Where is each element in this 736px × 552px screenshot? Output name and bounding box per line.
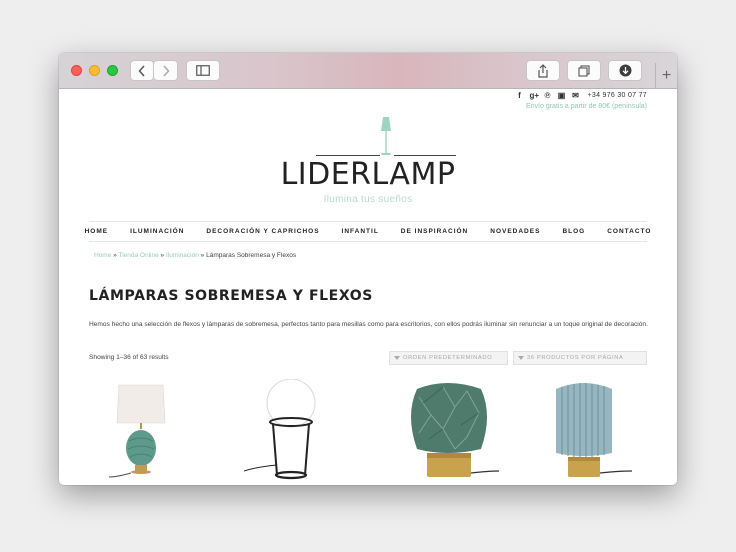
- minimize-window-button[interactable]: [89, 65, 100, 76]
- logo-wordmark: LIDERLAMP: [280, 157, 456, 192]
- main-navigation: HOME ILUMINACIÓN DECORACIÓN Y CAPRICHOS …: [85, 221, 650, 242]
- order-select[interactable]: ORDEN PREDETERMINADO: [389, 351, 508, 365]
- new-tab-button[interactable]: +: [655, 63, 677, 89]
- order-select-value: ORDEN PREDETERMINADO: [403, 355, 493, 361]
- share-button[interactable]: [526, 60, 560, 81]
- nav-item-blog[interactable]: BLOG: [551, 228, 596, 235]
- site-logo[interactable]: LIDERLAMP Ilumina tus sueños: [59, 117, 677, 207]
- nav-item-contacto[interactable]: CONTACTO: [596, 228, 662, 235]
- close-window-button[interactable]: [71, 65, 82, 76]
- nav-item-decoracion[interactable]: DECORACIÓN Y CAPRICHOS: [195, 228, 330, 235]
- breadcrumb-separator: »: [200, 252, 205, 259]
- product-green-glass-lamp[interactable]: [399, 379, 499, 485]
- caret-down-icon: [518, 356, 524, 360]
- share-icon: [538, 63, 548, 78]
- chevron-left-icon: [138, 64, 145, 77]
- breadcrumb-separator: »: [160, 252, 165, 259]
- category-description: Hemos hecho una selección de flexos y lá…: [89, 321, 648, 328]
- downloads-button[interactable]: [608, 60, 642, 81]
- nav-item-iluminacion[interactable]: ILUMINACIÓN: [119, 228, 195, 235]
- logo-rule-left: [316, 155, 380, 156]
- google-plus-icon[interactable]: g+: [530, 91, 540, 100]
- per-page-select-value: 36 PRODUCTOS POR PÁGINA: [527, 355, 624, 361]
- facebook-icon[interactable]: f: [516, 91, 524, 100]
- logo-rule-right: [394, 155, 456, 156]
- shipping-note: Envío gratis a partir de 80€ (península): [525, 103, 647, 110]
- tabs-overview-button[interactable]: [567, 60, 601, 81]
- nav-item-inspiracion[interactable]: DE INSPIRACIÓN: [390, 228, 479, 235]
- breadcrumb-separator: »: [113, 252, 117, 259]
- sidebar-button[interactable]: [186, 60, 220, 81]
- sidebar-icon: [196, 65, 210, 76]
- top-contact-bar: f g+ ℗ ▣ ✉ +34 976 30 07 77: [516, 91, 648, 100]
- breadcrumb-current: Lámparas Sobremesa y Flexos: [206, 252, 297, 259]
- site-tagline: Ilumina tus sueños: [323, 194, 413, 205]
- lamp-logo-icon: [381, 117, 391, 155]
- forward-button[interactable]: [154, 60, 178, 81]
- browser-toolbar: +: [59, 53, 677, 89]
- mail-icon[interactable]: ✉: [572, 91, 580, 100]
- caret-down-icon: [394, 356, 400, 360]
- back-button[interactable]: [130, 60, 154, 81]
- pinterest-icon[interactable]: ℗: [544, 91, 552, 100]
- product-blue-glass-lamp[interactable]: [544, 379, 634, 485]
- browser-window: + f g+ ℗ ▣ ✉ +34 976 30 07 77 Envío grat…: [59, 53, 677, 485]
- breadcrumb-iluminacion[interactable]: Iluminación: [166, 252, 199, 259]
- web-page: f g+ ℗ ▣ ✉ +34 976 30 07 77 Envío gratis…: [59, 89, 677, 485]
- result-count: Showing 1–36 of 63 results: [89, 354, 169, 361]
- breadcrumb-tienda[interactable]: Tienda Online: [118, 252, 158, 259]
- zoom-window-button[interactable]: [107, 65, 118, 76]
- breadcrumb-home[interactable]: Home: [94, 252, 111, 259]
- per-page-select[interactable]: 36 PRODUCTOS POR PÁGINA: [513, 351, 647, 365]
- chevron-right-icon: [162, 64, 170, 77]
- nav-item-novedades[interactable]: NOVEDADES: [479, 228, 551, 235]
- product-ceramic-green-lamp[interactable]: [105, 379, 195, 485]
- product-white-globe-lamp[interactable]: [244, 379, 334, 485]
- tabs-icon: [578, 64, 590, 77]
- nav-item-infantil[interactable]: INFANTIL: [331, 228, 390, 235]
- breadcrumb: Home » Tienda Online » Iluminación » Lám…: [94, 252, 296, 259]
- page-title: LÁMPARAS SOBREMESA Y FLEXOS: [89, 288, 373, 304]
- instagram-icon[interactable]: ▣: [558, 91, 566, 100]
- phone-number[interactable]: +34 976 30 07 77: [588, 92, 648, 99]
- nav-item-home[interactable]: HOME: [74, 228, 120, 235]
- download-icon: [619, 64, 631, 77]
